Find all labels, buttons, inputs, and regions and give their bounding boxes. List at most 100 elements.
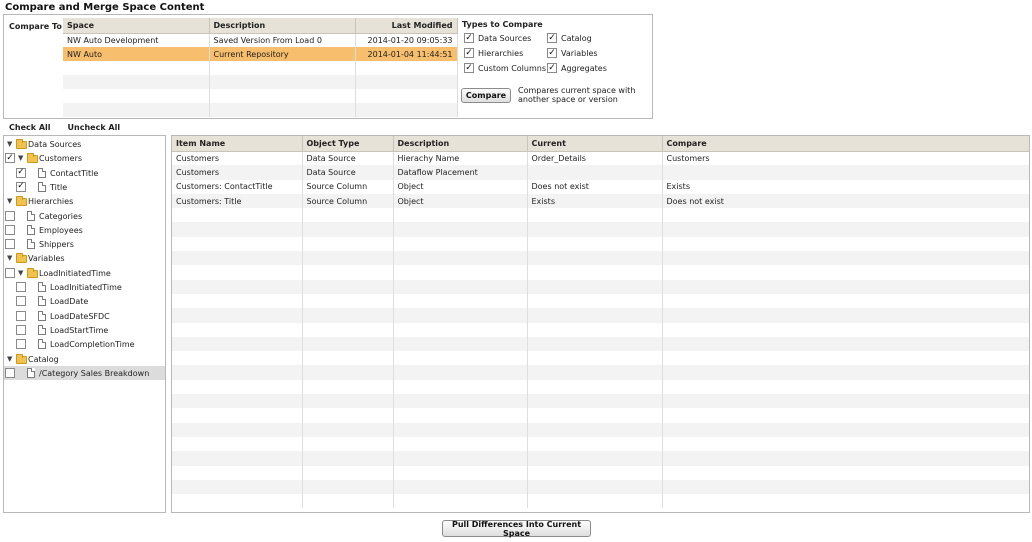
empty-row: [63, 75, 458, 89]
tree-folder-node[interactable]: ✓ ▼ Customers: [4, 151, 165, 165]
grid-cell: Data Source: [302, 151, 394, 166]
expand-triangle-icon[interactable]: ▼: [7, 140, 12, 148]
tree-checkbox[interactable]: [16, 296, 26, 307]
expand-triangle-icon[interactable]: ▼: [7, 355, 12, 363]
table-row[interactable]: NW Auto Development Saved Version From L…: [63, 33, 458, 47]
table-row[interactable]: Customers: ContactTitle Source Column Obje…: [172, 179, 1029, 194]
checkbox-custom-columns[interactable]: ✓: [464, 63, 474, 73]
column-header-item-name[interactable]: Item Name: [172, 136, 303, 152]
space-description: Current Repository: [209, 47, 356, 61]
expand-triangle-icon[interactable]: ▼: [7, 254, 12, 262]
grid-cell: Customers: [172, 165, 303, 180]
tree-node-label: Catalog: [28, 354, 59, 364]
type-variables[interactable]: ✓ Variables: [547, 48, 598, 58]
column-header-space[interactable]: Space: [63, 18, 210, 34]
tree-checkbox[interactable]: ✓: [16, 181, 26, 192]
tree-node-label: LoadInitiatedTime: [50, 283, 122, 292]
expand-triangle-icon[interactable]: ▼: [7, 197, 12, 205]
type-hierarchies[interactable]: ✓ Hierarchies: [464, 48, 523, 58]
tree-leaf-node[interactable]: LoadInitiatedTime: [4, 280, 165, 294]
tree-folder-node[interactable]: ▼ Variables: [4, 251, 165, 265]
uncheck-all-link[interactable]: Uncheck All: [68, 123, 121, 132]
tree-folder-node[interactable]: ▼ Catalog: [4, 352, 165, 366]
table-row[interactable]: Customers: Title Source Column Object Exist…: [172, 193, 1029, 209]
tree-folder-node[interactable]: ▼ Hierarchies: [4, 194, 165, 208]
checkbox-data-sources[interactable]: ✓: [464, 33, 474, 43]
column-header-description[interactable]: Description: [209, 18, 356, 34]
tree-checkbox[interactable]: ✓: [16, 167, 26, 178]
tree-node-label: Employees: [39, 225, 83, 235]
column-header-last-modified[interactable]: Last Modified: [355, 18, 458, 34]
empty-row: [172, 451, 1029, 466]
tree-node-label: Categories: [39, 211, 83, 221]
tree-checkbox[interactable]: [16, 310, 26, 321]
tree-leaf-node[interactable]: LoadCompletionTime: [4, 337, 165, 351]
checkbox-hierarchies[interactable]: ✓: [464, 48, 474, 58]
document-icon: [38, 324, 46, 335]
document-icon: [27, 367, 35, 378]
tree-leaf-node[interactable]: Employees: [4, 223, 165, 237]
checkbox-variables[interactable]: ✓: [547, 48, 557, 58]
checkbox-aggregates[interactable]: ✓: [547, 63, 557, 73]
document-icon: [38, 167, 46, 178]
tree-checkbox[interactable]: [5, 210, 15, 221]
grid-cell: Order_Details: [527, 151, 663, 166]
column-header-compare[interactable]: Compare: [662, 136, 1029, 152]
type-data-sources[interactable]: ✓ Data Sources: [464, 33, 531, 43]
grid-cell: Customers: Title: [172, 193, 303, 209]
column-header-current[interactable]: Current: [527, 136, 663, 152]
table-row[interactable]: Customers Data Source Dataflow Placement: [172, 165, 1029, 180]
grid-cell: Customers: [662, 151, 1029, 166]
grid-cell: Exists: [662, 179, 1029, 194]
checkbox-catalog[interactable]: ✓: [547, 33, 557, 43]
type-custom-columns[interactable]: ✓ Custom Columns: [464, 63, 546, 73]
empty-row: [172, 479, 1029, 495]
compare-button[interactable]: Compare: [461, 88, 511, 103]
tree-folder-node[interactable]: ▼ LoadInitiatedTime: [4, 266, 165, 280]
grid-cell: Customers: [172, 151, 303, 166]
tree-leaf-node[interactable]: Shippers: [4, 237, 165, 251]
column-header-object-type[interactable]: Object Type: [302, 136, 394, 152]
empty-row: [172, 336, 1029, 352]
tree-leaf-node[interactable]: LoadDate: [4, 294, 165, 308]
type-catalog[interactable]: ✓ Catalog: [547, 33, 592, 43]
document-icon: [27, 224, 35, 235]
tree-leaf-node[interactable]: /Category Sales Breakdown: [4, 365, 165, 380]
table-row-selected[interactable]: NW Auto Current Repository 2014-01-04 11…: [63, 47, 458, 61]
space-name: NW Auto: [63, 47, 210, 61]
document-icon: [38, 310, 46, 321]
tree-leaf-node[interactable]: ✓ Title: [4, 180, 165, 194]
tree-leaf-node[interactable]: Categories: [4, 209, 165, 223]
grid-cell: Dataflow Placement: [393, 165, 528, 180]
tree-node-label: Shippers: [39, 240, 74, 250]
tree-node-label: LoadInitiatedTime: [39, 268, 111, 278]
tree-checkbox[interactable]: [5, 224, 15, 235]
space-table: Space Description Last Modified NW Auto …: [63, 18, 458, 117]
tree-node-label: LoadDateSFDC: [50, 311, 110, 321]
grid-cell: Object: [393, 193, 528, 209]
tree-node-label: LoadDate: [50, 297, 89, 307]
tree-checkbox[interactable]: [5, 367, 15, 378]
tree-leaf-node[interactable]: ✓ ContactTitle: [4, 166, 165, 180]
tree-checkbox[interactable]: [16, 339, 26, 350]
column-header-description[interactable]: Description: [393, 136, 528, 152]
empty-row: [172, 236, 1029, 252]
tree-leaf-node[interactable]: LoadStartTime: [4, 323, 165, 337]
tree-leaf-node[interactable]: LoadDateSFDC: [4, 309, 165, 323]
check-all-link[interactable]: Check All: [9, 123, 51, 132]
tree-checkbox[interactable]: ✓: [5, 153, 15, 164]
empty-row: [172, 351, 1029, 366]
expand-triangle-icon[interactable]: ▼: [18, 269, 23, 277]
pull-differences-button[interactable]: Pull Differences Into Current Space: [442, 520, 591, 538]
grid-cell: Exists: [527, 193, 663, 209]
empty-row: [172, 208, 1029, 223]
table-row[interactable]: Customers Data Source Hierachy Name Order_D…: [172, 151, 1029, 166]
expand-triangle-icon[interactable]: ▼: [18, 154, 23, 162]
tree-folder-node[interactable]: ▼ Data Sources: [4, 137, 165, 151]
type-aggregates[interactable]: ✓ Aggregates: [547, 63, 607, 73]
tree-node-label: Title: [50, 182, 68, 192]
tree-checkbox[interactable]: [16, 324, 26, 335]
tree-checkbox[interactable]: [16, 282, 26, 292]
tree-checkbox[interactable]: [5, 239, 15, 250]
tree-checkbox[interactable]: [5, 267, 15, 278]
